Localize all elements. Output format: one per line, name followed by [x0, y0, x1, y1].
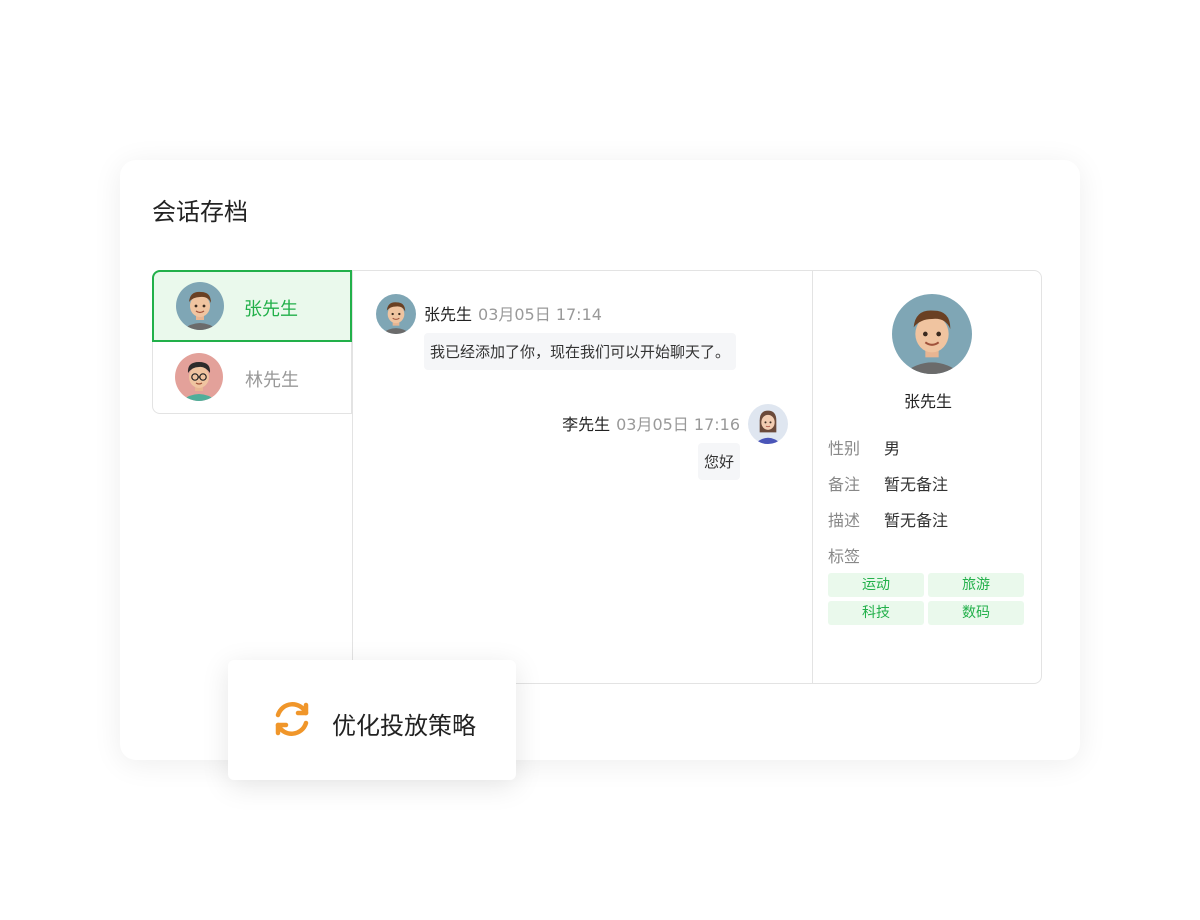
profile-name: 张先生 — [903, 392, 952, 411]
optimize-strategy-popup[interactable]: 优化投放策略 — [228, 660, 516, 780]
message-time: 03月05日 17:14 — [478, 305, 602, 324]
contact-list: 张先生 林先生 — [152, 270, 352, 414]
tag-badge: 数码 — [928, 601, 1024, 625]
tags-label: 标签 — [828, 547, 861, 566]
page-title: 会话存档 — [152, 198, 248, 226]
gender-label: 性别 — [828, 439, 861, 458]
gender-value: 男 — [884, 439, 901, 458]
remark-value: 暂无备注 — [884, 475, 949, 494]
contact-profile: 张先生 性别 男 备注 暂无备注 描述 暂无备注 标签 运动 旅游 科技 数码 — [812, 270, 1042, 684]
contact-item-lin[interactable]: 林先生 — [152, 342, 352, 414]
glasses-boy-avatar-icon — [175, 353, 223, 401]
chat-window: 张先生 03月05日 17:14 我已经添加了你，现在我们可以开始聊天了。 李先生… — [352, 270, 812, 684]
boy-avatar-icon — [376, 294, 416, 334]
tag-badge: 旅游 — [928, 573, 1024, 597]
message-meta: 李先生 03月05日 17:16 — [562, 411, 740, 435]
contact-name: 张先生 — [244, 299, 298, 320]
description-label: 描述 — [828, 511, 861, 530]
message-time: 03月05日 17:16 — [616, 415, 740, 434]
message-meta: 张先生 03月05日 17:14 — [424, 301, 602, 325]
boy-avatar-icon — [892, 294, 972, 374]
contact-name: 林先生 — [245, 370, 299, 391]
message-bubble: 我已经添加了你，现在我们可以开始聊天了。 — [424, 333, 737, 370]
description-value: 暂无备注 — [884, 511, 949, 530]
refresh-icon — [275, 702, 309, 736]
tag-badge: 科技 — [828, 601, 924, 625]
tag-badge: 运动 — [828, 573, 924, 597]
archive-panel: 张先生 林先生 张先生 03月05日 17:14 我已经添加了你，现在我们可以开… — [152, 270, 1042, 684]
message-sender: 李先生 — [562, 415, 611, 434]
message-sender: 张先生 — [424, 305, 473, 324]
remark-label: 备注 — [828, 475, 861, 494]
contact-item-zhang[interactable]: 张先生 — [152, 270, 352, 342]
girl-avatar-icon — [748, 404, 788, 444]
boy-avatar-icon — [176, 282, 224, 330]
message-bubble: 您好 — [697, 443, 740, 480]
popup-label: 优化投放策略 — [332, 712, 476, 740]
